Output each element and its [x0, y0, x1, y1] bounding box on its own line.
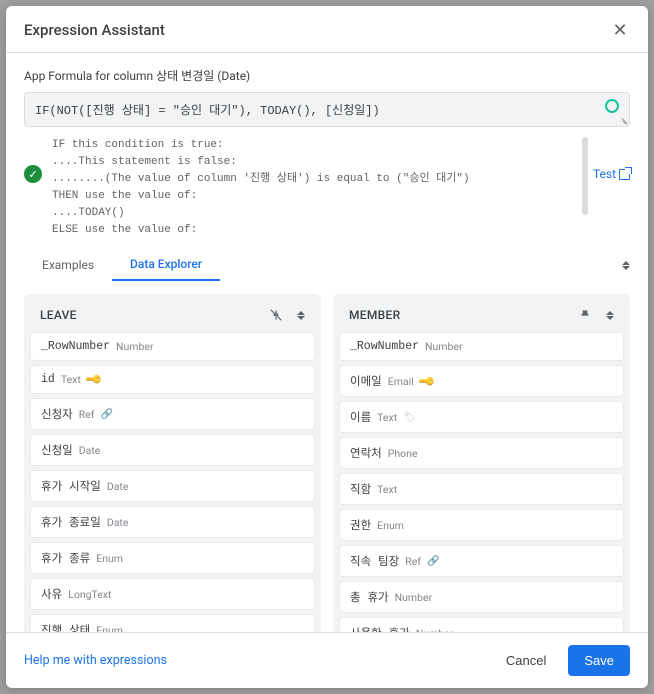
- grammarly-icon: [605, 99, 619, 113]
- column-name: 연락처: [350, 445, 382, 461]
- column-name: _RowNumber: [41, 340, 110, 353]
- column-name: _RowNumber: [350, 340, 419, 353]
- panel-leave: LEAVE _RowNumber Number id Text🔑 신청자 Ref 🔗 신청일 D…: [24, 294, 321, 632]
- help-link[interactable]: Help me with expressions: [24, 653, 167, 668]
- column-type: Enum: [377, 519, 404, 532]
- column-type: Text: [61, 373, 81, 386]
- footer-actions: Cancel Save: [494, 645, 630, 676]
- column-item[interactable]: 이메일 Email🔑: [339, 365, 624, 397]
- pin-icon[interactable]: [578, 308, 592, 322]
- column-name: 사유: [41, 586, 62, 602]
- column-type: Number: [395, 591, 433, 604]
- column-type: Ref: [405, 555, 421, 568]
- column-item[interactable]: 총 휴가 Number: [339, 581, 624, 613]
- column-type: Date: [107, 480, 129, 493]
- external-link-icon: [619, 169, 630, 180]
- column-item[interactable]: 이름 Text 🏷: [339, 401, 624, 433]
- panel-collapse-icon[interactable]: [606, 311, 614, 320]
- scrollbar[interactable]: [582, 137, 588, 215]
- column-name: 휴가 시작일: [41, 478, 101, 494]
- column-item[interactable]: 연락처 Phone: [339, 437, 624, 469]
- panel-member: MEMBER _RowNumber Number 이메일 Email🔑 이름 Text 🏷 연…: [333, 294, 630, 632]
- column-type: Enum: [96, 624, 123, 632]
- column-item[interactable]: 신청자 Ref 🔗: [30, 398, 315, 430]
- column-name: id: [41, 373, 55, 386]
- expression-assistant-modal: Expression Assistant ✕ App Formula for c…: [6, 6, 648, 688]
- column-type: Ref: [79, 408, 95, 421]
- pin-off-icon[interactable]: [269, 308, 283, 322]
- column-name: 이메일: [350, 373, 382, 389]
- tab-data-explorer[interactable]: Data Explorer: [112, 249, 220, 281]
- check-circle-icon: ✓: [24, 165, 42, 183]
- modal-title: Expression Assistant: [24, 21, 165, 39]
- column-item[interactable]: 사유 LongText: [30, 578, 315, 610]
- key-icon: 🔑: [417, 372, 436, 391]
- column-type: Email: [388, 375, 414, 388]
- link-icon: 🔗: [100, 409, 112, 420]
- test-link[interactable]: Test: [593, 167, 630, 181]
- panel-member-title: MEMBER: [349, 308, 400, 322]
- column-type: LongText: [68, 588, 111, 601]
- column-type: Text: [377, 411, 397, 424]
- key-icon: 🔑: [84, 370, 103, 389]
- column-name: 신청자: [41, 406, 73, 422]
- column-name: 직속 팀장: [350, 553, 399, 569]
- column-item[interactable]: _RowNumber Number: [339, 332, 624, 361]
- column-item[interactable]: 휴가 종류 Enum: [30, 542, 315, 574]
- resize-handle-icon[interactable]: [619, 116, 627, 124]
- panel-leave-header: LEAVE: [30, 300, 315, 332]
- column-name: 직함: [350, 481, 371, 497]
- close-icon[interactable]: ✕: [610, 20, 630, 40]
- test-label: Test: [593, 167, 616, 181]
- member-column-list: _RowNumber Number 이메일 Email🔑 이름 Text 🏷 연락처 Phone…: [339, 332, 624, 632]
- column-item[interactable]: 휴가 시작일 Date: [30, 470, 315, 502]
- column-name: 총 휴가: [350, 589, 389, 605]
- explanation-row: ✓ IF this condition is true: ....This st…: [24, 137, 630, 239]
- modal-footer: Help me with expressions Cancel Save: [6, 632, 648, 688]
- column-item[interactable]: 진행 상태 Enum: [30, 614, 315, 632]
- tab-examples[interactable]: Examples: [24, 250, 112, 280]
- column-type: Text: [377, 483, 397, 496]
- column-item[interactable]: 휴가 종료일 Date: [30, 506, 315, 538]
- modal-body: App Formula for column 상태 변경일 (Date) IF(…: [6, 53, 648, 632]
- column-item[interactable]: 신청일 Date: [30, 434, 315, 466]
- column-type: Date: [79, 444, 101, 457]
- formula-subtitle: App Formula for column 상태 변경일 (Date): [24, 67, 630, 84]
- tabs-toolbar: [622, 261, 630, 270]
- column-type: Phone: [388, 447, 418, 460]
- formula-input[interactable]: IF(NOT([진행 상태] = "승인 대기"), TODAY(), [신청일…: [24, 92, 630, 127]
- tabs-row: Examples Data Explorer: [24, 249, 630, 282]
- column-type: Number: [425, 340, 463, 353]
- column-item[interactable]: 권한 Enum: [339, 509, 624, 541]
- column-name: 사용한 휴가: [350, 625, 410, 632]
- link-icon: 🔗: [427, 556, 439, 567]
- column-name: 휴가 종료일: [41, 514, 101, 530]
- column-name: 신청일: [41, 442, 73, 458]
- column-name: 휴가 종류: [41, 550, 90, 566]
- column-name: 권한: [350, 517, 371, 533]
- column-item[interactable]: id Text🔑: [30, 365, 315, 394]
- column-type: Enum: [96, 552, 123, 565]
- tag-icon: 🏷: [403, 412, 416, 423]
- leave-column-list: _RowNumberNumberidText🔑신청자Ref🔗신청일Date휴가 …: [30, 332, 315, 632]
- column-name: 이름: [350, 409, 371, 425]
- explanation-text: IF this condition is true: ....This stat…: [52, 137, 583, 239]
- column-item[interactable]: 직속 팀장 Ref 🔗: [339, 545, 624, 577]
- formula-text: IF(NOT([진행 상태] = "승인 대기"), TODAY(), [신청일…: [35, 104, 380, 118]
- modal-header: Expression Assistant ✕: [6, 6, 648, 53]
- collapse-all-icon[interactable]: [622, 261, 630, 270]
- column-item[interactable]: 직함 Text: [339, 473, 624, 505]
- column-item[interactable]: 사용한 휴가Number: [339, 617, 624, 632]
- data-explorer-panels: LEAVE _RowNumberNumberidText🔑신청자Ref🔗신청일D…: [24, 294, 630, 632]
- panel-leave-title: LEAVE: [40, 308, 77, 322]
- column-type: Number: [116, 340, 154, 353]
- panel-member-header: MEMBER: [339, 300, 624, 332]
- column-item[interactable]: _RowNumber Number: [30, 332, 315, 361]
- column-name: 진행 상태: [41, 622, 90, 632]
- column-type: Date: [107, 516, 129, 529]
- save-button[interactable]: Save: [568, 645, 630, 676]
- cancel-button[interactable]: Cancel: [494, 645, 558, 676]
- panel-collapse-icon[interactable]: [297, 311, 305, 320]
